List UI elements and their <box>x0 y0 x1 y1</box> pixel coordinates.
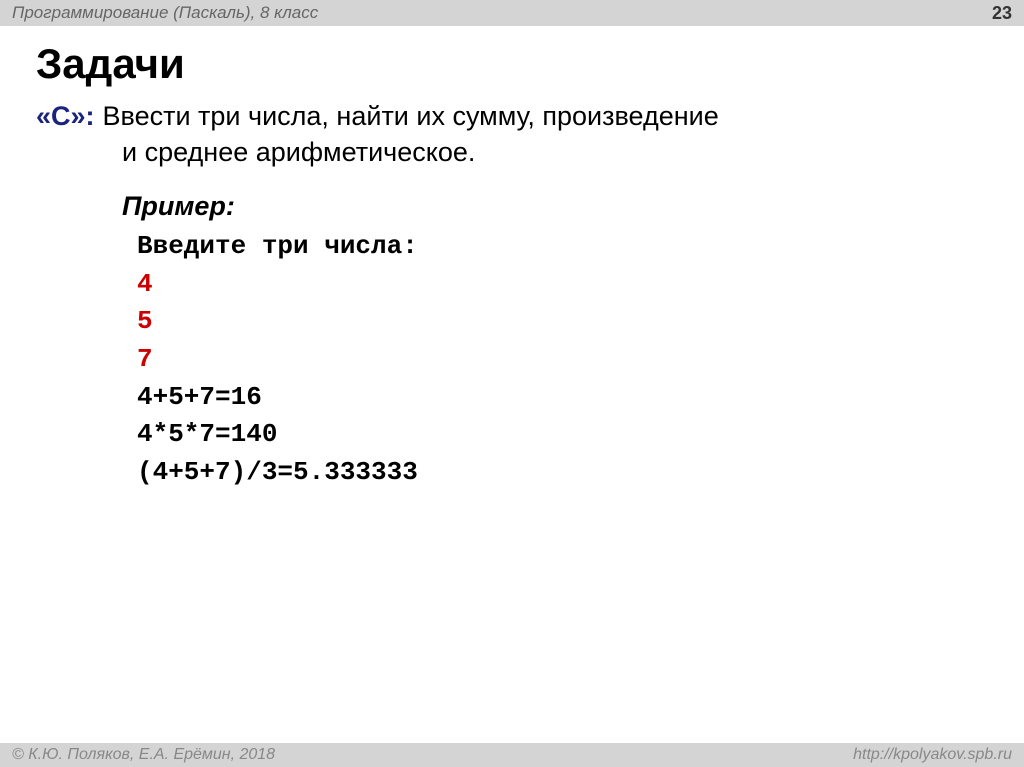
footer-left: © К.Ю. Поляков, Е.А. Ерёмин, 2018 <box>12 746 275 764</box>
task-text-line2: и среднее арифметическое. <box>122 134 988 170</box>
slide-title: Задачи <box>36 40 988 88</box>
example-block: Пример: Введите три числа: 4 5 7 4+5+7=1… <box>122 191 988 492</box>
code-line-4: 4+5+7=16 <box>137 379 988 417</box>
slide-header: Программирование (Паскаль), 8 класс 23 <box>0 0 1024 26</box>
task-block: «C»: Ввести три числа, найти их сумму, п… <box>36 98 988 171</box>
task-first-line: «C»: Ввести три числа, найти их сумму, п… <box>36 98 988 134</box>
example-label: Пример: <box>122 191 988 222</box>
slide-content: Задачи «C»: Ввести три числа, найти их с… <box>0 40 1024 492</box>
code-line-3: 7 <box>137 341 988 379</box>
code-line-2: 5 <box>137 303 988 341</box>
code-line-0: Введите три числа: <box>137 228 988 266</box>
header-left: Программирование (Паскаль), 8 класс <box>12 3 318 23</box>
task-text-line1: Ввести три числа, найти их сумму, произв… <box>103 98 719 134</box>
code-line-5: 4*5*7=140 <box>137 416 988 454</box>
task-label: «C»: <box>36 98 95 134</box>
page-number: 23 <box>992 3 1012 24</box>
footer-right: http://kpolyakov.spb.ru <box>853 746 1012 764</box>
slide-footer: © К.Ю. Поляков, Е.А. Ерёмин, 2018 http:/… <box>0 743 1024 767</box>
code-line-1: 4 <box>137 266 988 304</box>
code-line-6: (4+5+7)/3=5.333333 <box>137 454 988 492</box>
